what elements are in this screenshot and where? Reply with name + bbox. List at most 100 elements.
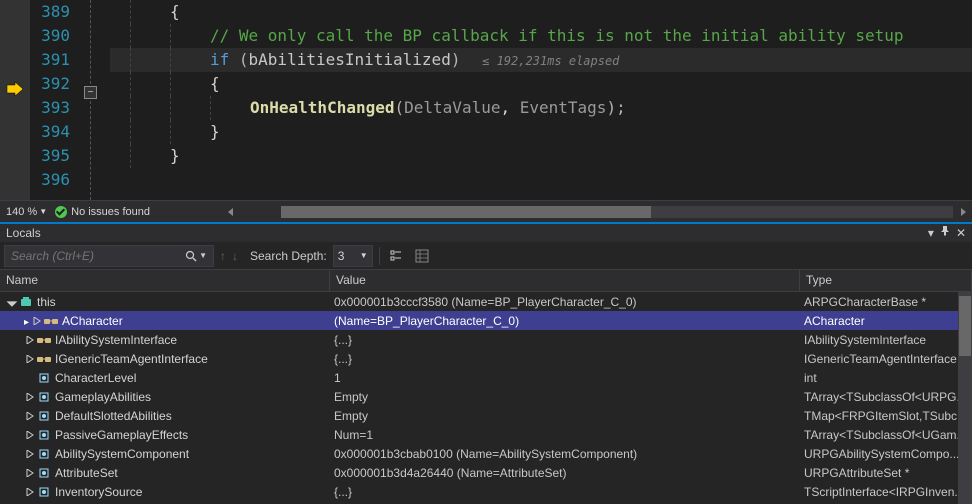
variable-name: DefaultSlottedAbilities	[55, 409, 172, 423]
variable-value[interactable]: 0x000001b3d4a26440 (Name=AttributeSet)	[330, 466, 800, 480]
search-next-icon[interactable]: ↓	[232, 249, 238, 263]
expand-icon[interactable]	[24, 429, 35, 440]
variable-type: TScriptInterface<IRPGInven...	[800, 485, 972, 499]
code-line[interactable]: OnHealthChanged(DeltaValue, EventTags);	[110, 96, 972, 120]
list-view-icon[interactable]	[412, 246, 432, 266]
locals-grid-body[interactable]: ◢this0x000001b3cccf3580 (Name=BP_PlayerC…	[0, 292, 972, 504]
locals-panel-header[interactable]: Locals ▾ ✕	[0, 222, 972, 242]
variable-type: int	[800, 371, 972, 385]
chevron-down-icon[interactable]: ▼	[360, 251, 368, 260]
locals-grid-header[interactable]: Name Value Type	[0, 270, 972, 292]
scrollbar-thumb[interactable]	[959, 296, 971, 356]
line-numbers: 389390391392393394395396	[30, 0, 80, 200]
variable-row[interactable]: IGenericTeamAgentInterface{...}IGenericT…	[0, 349, 972, 368]
expand-icon[interactable]	[31, 315, 42, 326]
close-icon[interactable]: ✕	[956, 226, 966, 240]
line-number: 389	[30, 0, 70, 24]
variable-name: PassiveGameplayEffects	[55, 428, 188, 442]
horizontal-scrollbar[interactable]	[281, 206, 953, 218]
column-type[interactable]: Type	[800, 270, 972, 291]
variable-value[interactable]: {...}	[330, 333, 800, 347]
variable-row[interactable]: IAbilitySystemInterface{...}IAbilitySyst…	[0, 330, 972, 349]
expand-icon[interactable]	[24, 391, 35, 402]
code-line[interactable]: }	[110, 120, 972, 144]
expand-icon[interactable]	[24, 486, 35, 497]
code-line[interactable]: // We only call the BP callback if this …	[110, 24, 972, 48]
outlining-margin[interactable]: −	[80, 0, 110, 200]
variable-type: ACharacter	[800, 314, 972, 328]
variable-value[interactable]: Empty	[330, 390, 800, 404]
variable-type: ARPGCharacterBase *	[800, 295, 972, 309]
vertical-scrollbar[interactable]	[958, 292, 972, 504]
variable-row[interactable]: CharacterLevel1int	[0, 368, 972, 387]
code-line[interactable]	[110, 168, 972, 192]
variable-type: TArray<TSubclassOf<UGam...	[800, 428, 972, 442]
search-input[interactable]	[11, 249, 161, 263]
variable-value[interactable]: 0x000001b3cccf3580 (Name=BP_PlayerCharac…	[330, 295, 800, 309]
chevron-down-icon[interactable]: ▼	[39, 207, 47, 216]
variable-row[interactable]: PassiveGameplayEffects Num=1TArray<TSubcl…	[0, 425, 972, 444]
line-number: 390	[30, 24, 70, 48]
expand-icon[interactable]	[24, 353, 35, 364]
line-number: 396	[30, 168, 70, 192]
variable-type: URPGAbilitySystemCompo...	[800, 447, 972, 461]
code-line[interactable]: {	[110, 72, 972, 96]
execution-pointer-icon	[6, 82, 24, 99]
code-line[interactable]: {	[110, 0, 972, 24]
zoom-level[interactable]: 140 % ▼	[6, 206, 47, 218]
variable-value[interactable]: 1	[330, 371, 800, 385]
expand-icon[interactable]	[24, 467, 35, 478]
issues-status[interactable]: No issues found	[55, 206, 150, 218]
variable-name: IAbilitySystemInterface	[55, 333, 177, 347]
variable-value[interactable]: {...}	[330, 352, 800, 366]
current-row-indicator-icon	[24, 314, 31, 328]
variable-type: IGenericTeamAgentInterface	[800, 352, 972, 366]
check-icon	[55, 206, 67, 218]
locals-toolbar: ▼ ↑ ↓ Search Depth: 3 ▼	[0, 242, 972, 270]
pin-icon[interactable]	[940, 226, 950, 240]
elapsed-time-label: ≤ 192,231ms elapsed	[460, 54, 619, 68]
tree-view-icon[interactable]	[386, 246, 406, 266]
variable-value[interactable]: (Name=BP_PlayerCharacter_C_0)	[330, 314, 800, 328]
variable-name: ACharacter	[62, 314, 123, 328]
field-icon	[37, 466, 51, 480]
expand-icon[interactable]	[24, 334, 35, 345]
code-line[interactable]: if (bAbilitiesInitialized) ≤ 192,231ms e…	[110, 48, 972, 72]
line-number: 392	[30, 72, 70, 96]
variable-type: IAbilitySystemInterface	[800, 333, 972, 347]
variable-row[interactable]: AbilitySystemComponent 0x000001b3cbab0100…	[0, 444, 972, 463]
search-prev-icon[interactable]: ↑	[220, 249, 226, 263]
expand-icon[interactable]	[24, 448, 35, 459]
field-icon	[37, 428, 51, 442]
expand-icon[interactable]	[24, 410, 35, 421]
variable-name: AbilitySystemComponent	[55, 447, 189, 461]
base-icon	[37, 333, 51, 347]
class-icon	[19, 295, 33, 309]
scroll-left-icon[interactable]	[228, 208, 233, 216]
variable-row[interactable]: ACharacter(Name=BP_PlayerCharacter_C_0)A…	[0, 311, 972, 330]
fold-toggle[interactable]: −	[84, 86, 97, 99]
variable-row[interactable]: InventorySource{...}TScriptInterface<IRP…	[0, 482, 972, 501]
code-editor[interactable]: 389390391392393394395396 − {// We only c…	[0, 0, 972, 200]
column-value[interactable]: Value	[330, 270, 800, 291]
search-depth-input[interactable]: 3 ▼	[333, 245, 373, 267]
scrollbar-thumb[interactable]	[281, 206, 651, 218]
code-line[interactable]: }	[110, 144, 972, 168]
search-box[interactable]: ▼	[4, 245, 214, 267]
variable-value[interactable]: Num=1	[330, 428, 800, 442]
collapse-icon[interactable]: ◢	[6, 296, 17, 307]
search-icon[interactable]: ▼	[185, 250, 207, 262]
variable-value[interactable]: 0x000001b3cbab0100 (Name=AbilitySystemCo…	[330, 447, 800, 461]
window-position-icon[interactable]: ▾	[928, 226, 934, 240]
variable-row[interactable]: AttributeSet0x000001b3d4a26440 (Name=Att…	[0, 463, 972, 482]
variable-value[interactable]: Empty	[330, 409, 800, 423]
glyph-margin[interactable]	[0, 0, 30, 200]
variable-row[interactable]: DefaultSlottedAbilitiesEmptyTMap<FRPGIte…	[0, 406, 972, 425]
code-text[interactable]: {// We only call the BP callback if this…	[110, 0, 972, 200]
scroll-right-icon[interactable]	[961, 208, 966, 216]
variable-type: TArray<TSubclassOf<URPG...	[800, 390, 972, 404]
variable-value[interactable]: {...}	[330, 485, 800, 499]
variable-row[interactable]: GameplayAbilitiesEmptyTArray<TSubclassOf…	[0, 387, 972, 406]
column-name[interactable]: Name	[0, 270, 330, 291]
variable-row[interactable]: ◢this0x000001b3cccf3580 (Name=BP_PlayerC…	[0, 292, 972, 311]
